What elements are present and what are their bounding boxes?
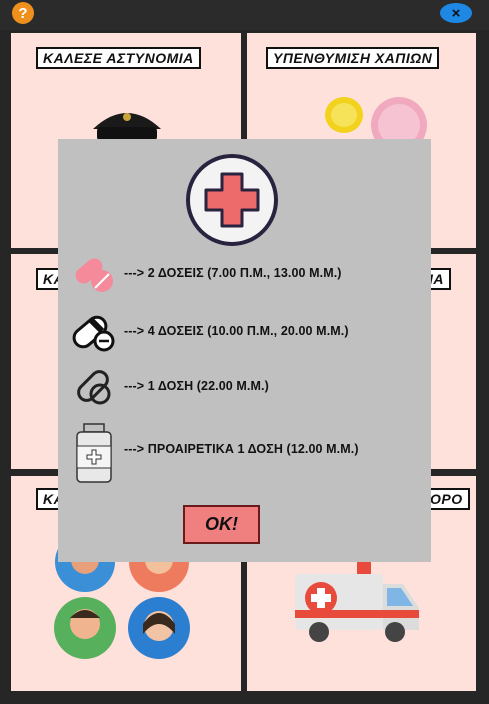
pill-outline-icon [68,363,120,409]
top-bar: ? × [0,0,489,30]
ambulance-icon [295,562,419,642]
medicine-bottle-icon [68,423,120,483]
tile-label: ΥΠΕΝΘΥΜΙΣΗ ΧΑΠΙΩΝ [266,47,440,69]
dose-row: ---> 4 ΔΟΣΕΙΣ (10.00 Π.Μ., 20.00 Μ.Μ.) [68,308,349,354]
help-button[interactable]: ? [12,2,34,24]
dose-row: ---> 2 ΔΟΣΕΙΣ (7.00 Π.Μ., 13.00 Μ.Μ.) [68,250,342,296]
close-button[interactable]: × [440,3,472,23]
ok-button[interactable]: OK! [183,505,260,544]
dose-text: ---> ΠΡΟΑΙΡΕΤΙΚΑ 1 ΔΟΣΗ (12.00 Μ.Μ.) [124,442,359,456]
dosage-dialog: ---> 2 ΔΟΣΕΙΣ (7.00 Π.Μ., 13.00 Μ.Μ.) --… [58,139,431,562]
dose-text: ---> 2 ΔΟΣΕΙΣ (7.00 Π.Μ., 13.00 Μ.Μ.) [124,266,342,280]
dose-text: ---> 4 ΔΟΣΕΙΣ (10.00 Π.Μ., 20.00 Μ.Μ.) [124,324,349,338]
tile-label: ΚΑΛΕΣΕ ΑΣΤΥΝΟΜΙΑ [36,47,201,69]
dose-text: ---> 1 ΔΟΣΗ (22.00 Μ.Μ.) [124,379,269,393]
capsule-minus-icon [68,308,120,354]
pink-pills-icon [68,250,120,296]
dose-row: ---> 1 ΔΟΣΗ (22.00 Μ.Μ.) [68,363,269,409]
dose-row: ---> ΠΡΟΑΙΡΕΤΙΚΑ 1 ΔΟΣΗ (12.00 Μ.Μ.) [68,423,359,483]
medical-cross-icon [186,154,278,246]
